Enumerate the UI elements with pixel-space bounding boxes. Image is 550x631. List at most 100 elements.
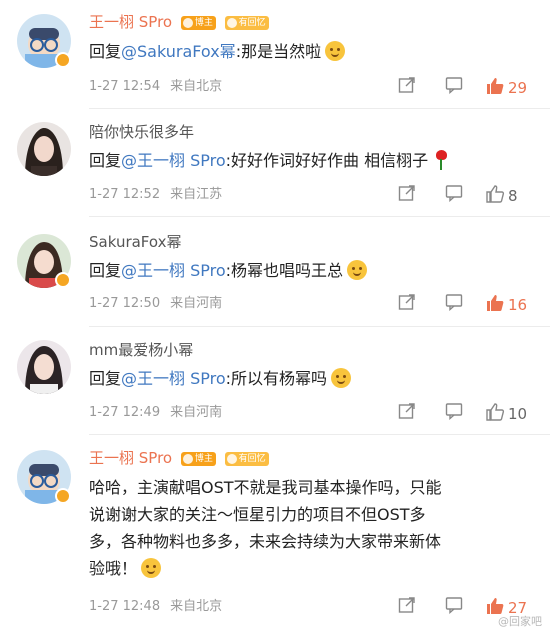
memory-icon [226,17,237,28]
smile-emoji-icon [325,41,346,61]
author-name[interactable]: 王一栩 SPro [89,13,172,31]
comment-actions: 8 [398,184,538,206]
thumbs-up-icon [487,78,504,94]
location: 来自江苏 [170,187,223,202]
comment-author[interactable]: 陪你快乐很多年 [89,122,194,142]
share-icon[interactable] [398,293,416,311]
comment-body: :杨幂也唱吗王总 [225,261,344,280]
verified-badge-icon [55,488,71,504]
crown-icon [182,17,193,28]
comment-text: 回复@王一栩 SPro:所以有杨幂吗 [89,365,526,392]
comment-icon[interactable] [445,184,463,203]
timestamp: 1-27 12:54 [89,79,161,94]
divider [89,108,550,109]
comment-author[interactable]: SakuraFox幂 [89,232,182,252]
avatar[interactable] [17,340,71,394]
badge-label: 博主 [194,453,213,464]
comment-author[interactable]: 王一栩 SPro 博主 有回忆 [89,12,269,32]
reply-prefix: 回复 [89,42,122,61]
reply-prefix: 回复 [89,151,122,170]
like-count: 29 [508,79,528,97]
thumbs-up-icon [486,185,505,203]
author-name[interactable]: SakuraFox幂 [89,233,182,251]
comment-line: 说谢谢大家的关注～恒星引力的项目不但OST多 [89,505,426,524]
share-icon[interactable] [398,402,416,420]
divider [89,434,550,435]
timestamp: 1-27 12:48 [89,599,161,614]
memory-badge: 有回忆 [224,15,269,30]
comment-meta: 1-27 12:54 来自北京 [89,78,222,96]
timestamp: 1-27 12:50 [89,296,161,311]
crown-icon [182,453,193,464]
mention-link[interactable]: @王一栩 SPro [121,369,226,388]
comment-body: :好好作词好好作曲 相信栩子 [225,151,429,170]
like-count: 16 [508,296,528,314]
comment-line-text: 验哦！ [89,559,138,578]
comment-actions: 16 [398,293,538,315]
like-button[interactable]: 16 [485,293,527,315]
comment-meta: 1-27 12:52 来自江苏 [89,186,222,204]
location: 来自河南 [170,296,223,311]
location: 来自河南 [170,405,223,420]
comment-icon[interactable] [445,293,463,312]
badge-label: 有回忆 [238,17,266,28]
comment-line: 哈哈，主演献唱OST不就是我司基本操作吗，只能 [89,478,442,497]
reply-prefix: 回复 [89,261,122,280]
comment-author[interactable]: 王一栩 SPro 博主 有回忆 [89,448,269,468]
comment-line: 多，各种物料也多多，未来会持续为大家带来新体 [89,532,442,551]
comment-text: 回复@王一栩 SPro:好好作词好好作曲 相信栩子 [89,147,526,174]
memory-icon [226,453,237,464]
author-name[interactable]: 陪你快乐很多年 [89,123,194,141]
comment-meta: 1-27 12:48 来自北京 [89,598,222,616]
author-name[interactable]: mm最爱杨小幂 [89,341,193,359]
comment-actions: 29 [398,76,538,98]
verified-badge-icon [55,52,71,68]
thumbs-up-icon [487,295,504,311]
comment-icon[interactable] [445,76,463,95]
like-count: 8 [508,187,518,205]
rose-emoji-icon [434,150,448,170]
like-button[interactable]: 10 [485,402,527,424]
blogger-badge: 博主 [180,451,216,466]
verified-badge-icon [55,272,71,288]
like-button[interactable]: 29 [485,76,527,98]
comment-body: :所以有杨幂吗 [225,369,328,388]
mention-link[interactable]: @王一栩 SPro [121,151,226,170]
badge-label: 有回忆 [238,453,266,464]
location: 来自北京 [170,599,223,614]
watermark: @回家吧 [498,613,542,629]
timestamp: 1-27 12:52 [89,187,161,202]
comment-body: :那是当然啦 [235,42,322,61]
comment-icon[interactable] [445,596,463,615]
divider [89,326,550,327]
like-count: 10 [508,405,528,423]
smile-emoji-icon [141,558,162,578]
share-icon[interactable] [398,76,416,94]
comment-actions: 10 [398,402,538,424]
comment-text: 回复@王一栩 SPro:杨幂也唱吗王总 [89,257,526,284]
avatar[interactable] [17,122,71,176]
thumbs-up-icon [486,403,505,421]
location: 来自北京 [170,79,223,94]
mention-link[interactable]: @SakuraFox幂 [121,42,236,61]
comment-text: 哈哈，主演献唱OST不就是我司基本操作吗，只能 说谢谢大家的关注～恒星引力的项目… [89,474,526,582]
comment-text: 回复@SakuraFox幂:那是当然啦 [89,38,526,65]
share-icon[interactable] [398,596,416,614]
share-icon[interactable] [398,184,416,202]
reply-prefix: 回复 [89,369,122,388]
comment-meta: 1-27 12:50 来自河南 [89,295,222,313]
wink-emoji-icon [331,368,352,388]
comment-meta: 1-27 12:49 来自河南 [89,404,222,422]
comment-author[interactable]: mm最爱杨小幂 [89,340,193,360]
mention-link[interactable]: @王一栩 SPro [121,261,226,280]
watermark-text: @回家吧 [498,615,542,628]
comment-icon[interactable] [445,402,463,421]
badge-label: 博主 [194,17,213,28]
divider [89,216,550,217]
author-name[interactable]: 王一栩 SPro [89,449,172,467]
surprised-emoji-icon [347,260,368,280]
comment-line: 验哦！ [89,555,526,582]
like-button[interactable]: 8 [485,184,518,206]
memory-badge: 有回忆 [224,451,269,466]
timestamp: 1-27 12:49 [89,405,161,420]
